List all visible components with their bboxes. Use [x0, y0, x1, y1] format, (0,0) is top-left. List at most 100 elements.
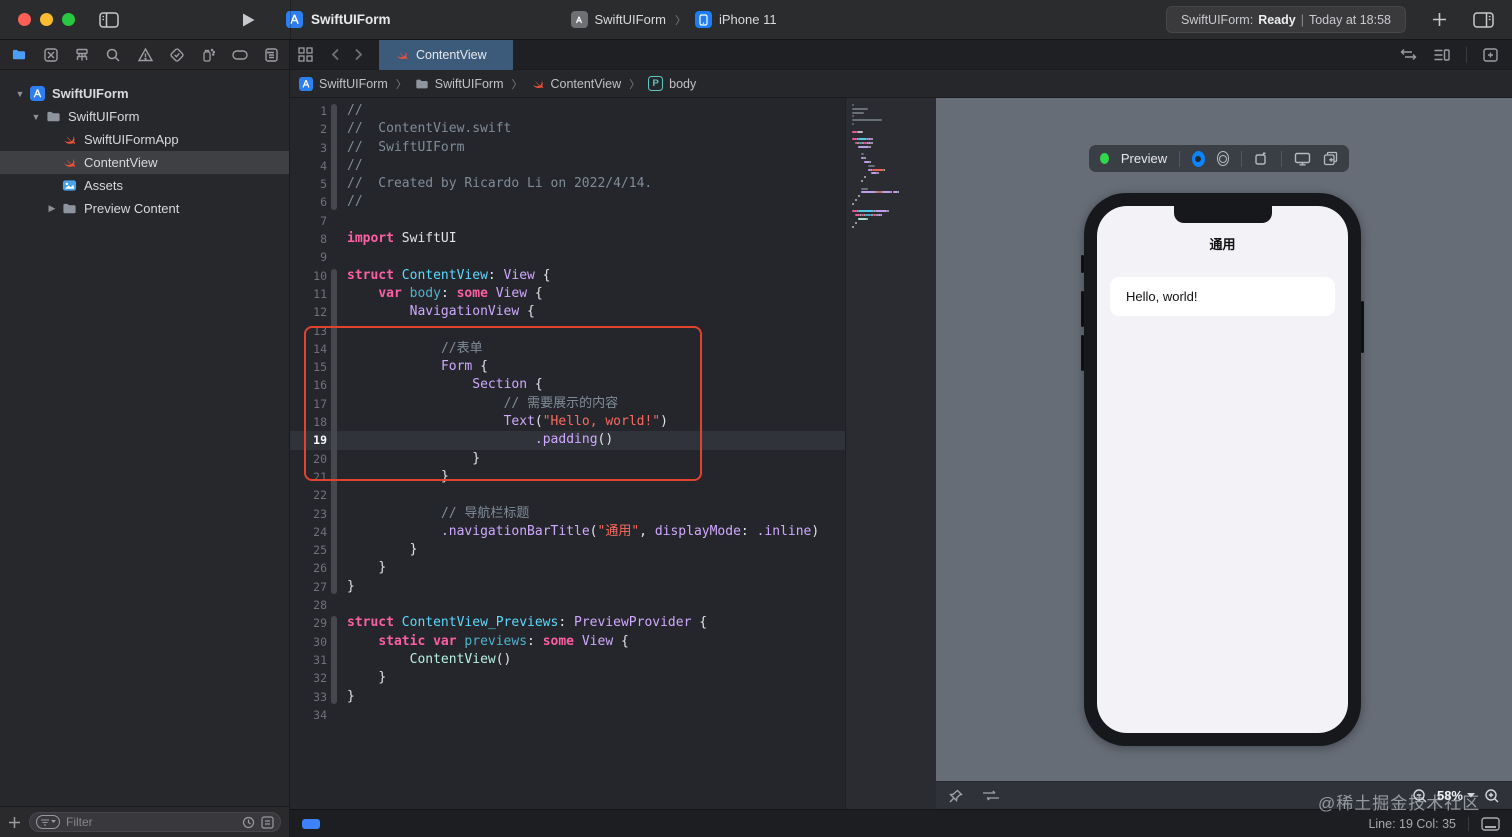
- go-forward-icon[interactable]: [354, 48, 363, 61]
- sidebar-item-contentview[interactable]: ContentView: [0, 151, 289, 174]
- go-back-icon[interactable]: [331, 48, 340, 61]
- recent-files-clock-icon[interactable]: [242, 816, 255, 829]
- disclosure-closed-icon[interactable]: ▶: [46, 203, 58, 214]
- breadcrumb-project[interactable]: SwiftUIForm: [319, 77, 388, 91]
- editor-options-icon[interactable]: [1433, 48, 1450, 62]
- close-window-button[interactable]: [18, 13, 31, 26]
- breadcrumb-group[interactable]: SwiftUIForm: [435, 77, 504, 91]
- volume-up-button: [1081, 291, 1084, 327]
- source-control-navigator-icon[interactable]: [43, 47, 59, 63]
- divider: [1468, 816, 1469, 831]
- source-control-filter-icon[interactable]: [261, 815, 274, 829]
- code-line[interactable]: 33}: [290, 688, 845, 706]
- code-line[interactable]: 2// ContentView.swift: [290, 120, 845, 138]
- zoom-out-icon[interactable]: [1412, 788, 1428, 804]
- disclosure-open-icon[interactable]: ▼: [30, 112, 42, 122]
- filter-field[interactable]: Filter: [29, 812, 281, 832]
- breakpoint-navigator-icon[interactable]: [231, 47, 249, 63]
- sidebar-item-assets[interactable]: Assets: [0, 174, 289, 197]
- zoom-in-icon[interactable]: [1484, 788, 1500, 804]
- disclosure-open-icon[interactable]: ▼: [14, 89, 26, 99]
- breakpoint-indicator[interactable]: [302, 818, 320, 829]
- sidebar-item-project[interactable]: ▼ SwiftUIForm: [0, 82, 289, 105]
- minimize-window-button[interactable]: [40, 13, 53, 26]
- code-line[interactable]: 8 import SwiftUI: [290, 230, 845, 248]
- scheme-selector[interactable]: SwiftUIForm 〉 iPhone 11: [570, 11, 777, 28]
- code-line[interactable]: 23// 导航栏标题: [290, 505, 845, 523]
- device-settings-button[interactable]: [1254, 151, 1269, 166]
- code-line[interactable]: 3// SwiftUIForm: [290, 139, 845, 157]
- toggle-navigator-icon[interactable]: [99, 11, 119, 28]
- tab-contentview[interactable]: ContentView: [379, 39, 513, 70]
- code-line[interactable]: 34: [290, 706, 845, 724]
- sidebar-item-preview-content[interactable]: ▶ Preview Content: [0, 197, 289, 220]
- code-line[interactable]: 9: [290, 248, 845, 266]
- add-editor-icon[interactable]: [1483, 47, 1498, 62]
- code-line[interactable]: 31 ContentView(): [290, 651, 845, 669]
- code-line[interactable]: 25}: [290, 541, 845, 559]
- assets-icon: [62, 178, 77, 193]
- preview-on-device-button[interactable]: [1294, 152, 1311, 166]
- pin-preview-icon[interactable]: [948, 788, 964, 804]
- code-line[interactable]: 7: [290, 212, 845, 230]
- code-line[interactable]: 5// Created by Ricardo Li on 2022/4/14.: [290, 175, 845, 193]
- find-navigator-icon[interactable]: [105, 47, 121, 63]
- report-navigator-icon[interactable]: [264, 47, 279, 63]
- code-line[interactable]: 1//: [290, 102, 845, 120]
- sidebar-item-swiftuiformapp[interactable]: SwiftUIFormApp: [0, 128, 289, 151]
- window-title-group: SwiftUIForm: [286, 11, 391, 28]
- canvas-settings-icon[interactable]: [982, 789, 1000, 802]
- zoom-level[interactable]: 58%: [1437, 788, 1475, 803]
- code-line[interactable]: 11 var body: some View {: [290, 285, 845, 303]
- form-cell[interactable]: Hello, world!: [1110, 277, 1335, 316]
- add-file-icon[interactable]: [8, 816, 21, 829]
- live-preview-button[interactable]: [1191, 150, 1205, 167]
- destination-name[interactable]: iPhone 11: [719, 12, 777, 27]
- code-line[interactable]: 32}: [290, 669, 845, 687]
- titlebar: SwiftUIForm SwiftUIForm 〉 iPhone 11 Swif…: [0, 0, 1512, 40]
- code-line[interactable]: 29 struct ContentView_Previews: PreviewPr…: [290, 614, 845, 632]
- library-plus-icon[interactable]: [1432, 12, 1447, 27]
- code-line[interactable]: 24 .navigationBarTitle("通用", displayMode:…: [290, 523, 845, 541]
- editor-display-icon[interactable]: [1481, 816, 1500, 831]
- code-line[interactable]: 10 struct ContentView: View {: [290, 267, 845, 285]
- scheme-name[interactable]: SwiftUIForm: [595, 12, 667, 27]
- line-col-indicator[interactable]: Line: 19 Col: 35: [1368, 817, 1456, 831]
- sidebar-item-group[interactable]: ▼ SwiftUIForm: [0, 105, 289, 128]
- code-line[interactable]: 27}: [290, 578, 845, 596]
- activity-viewer[interactable]: SwiftUIForm: Ready | Today at 18:58: [1165, 6, 1406, 33]
- annotation-red-box: [304, 326, 702, 481]
- run-button[interactable]: [241, 12, 256, 28]
- code-line[interactable]: 4//: [290, 157, 845, 175]
- line-col-group: Line: 19 Col: 35: [1368, 816, 1500, 831]
- divider: [1179, 150, 1180, 167]
- related-items-icon[interactable]: [298, 47, 313, 62]
- selectable-mode-button[interactable]: [1216, 151, 1230, 166]
- item-label: SwiftUIForm: [52, 86, 129, 101]
- test-navigator-icon[interactable]: [169, 47, 185, 63]
- code-line[interactable]: 22: [290, 486, 845, 504]
- code-line[interactable]: 26}: [290, 559, 845, 577]
- project-navigator-icon[interactable]: [10, 47, 28, 62]
- folder-icon: [62, 201, 77, 216]
- toggle-inspectors-icon[interactable]: [1473, 11, 1494, 28]
- iphone-preview-device[interactable]: 通用 Hello, world!: [1081, 193, 1364, 746]
- symbol-navigator-icon[interactable]: [74, 47, 90, 63]
- editor-minimap[interactable]: [845, 98, 936, 809]
- code-line[interactable]: 30 static var previews: some View {: [290, 633, 845, 651]
- code-line[interactable]: 28: [290, 596, 845, 614]
- device-notch: [1173, 206, 1272, 223]
- breadcrumb-symbol[interactable]: body: [669, 77, 696, 91]
- code-line[interactable]: 12 NavigationView {: [290, 303, 845, 321]
- source-editor[interactable]: 1//2// ContentView.swift 3// SwiftUIForm 4…: [290, 98, 845, 809]
- debug-navigator-icon[interactable]: [200, 47, 216, 63]
- zoom-window-button[interactable]: [62, 13, 75, 26]
- code-review-icon[interactable]: [1400, 48, 1417, 61]
- code-line[interactable]: 6//: [290, 193, 845, 211]
- issue-navigator-icon[interactable]: [137, 47, 154, 63]
- duplicate-preview-button[interactable]: [1323, 151, 1338, 166]
- filter-placeholder: Filter: [66, 815, 93, 829]
- breadcrumb-file[interactable]: ContentView: [551, 77, 622, 91]
- tab-label: ContentView: [416, 47, 487, 62]
- preview-status-dot: [1100, 153, 1109, 164]
